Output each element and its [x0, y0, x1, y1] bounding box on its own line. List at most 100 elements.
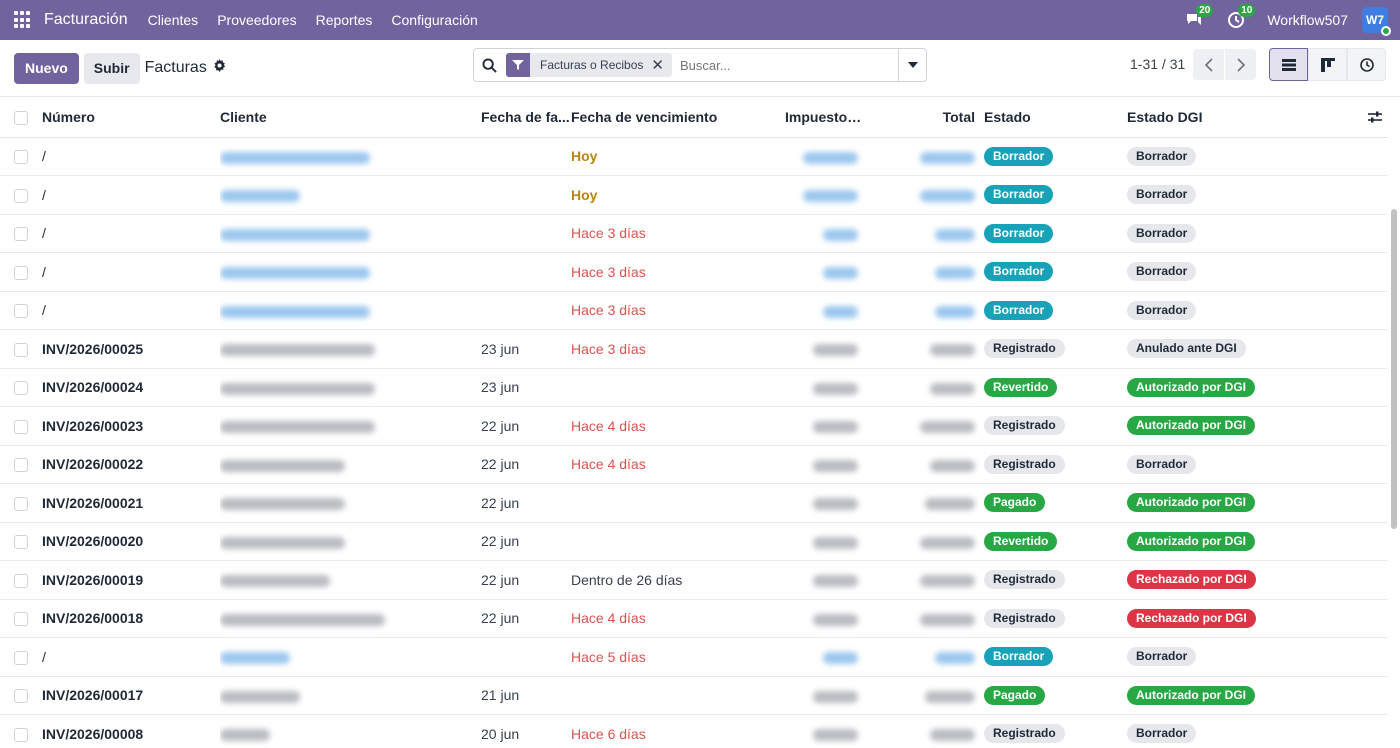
search-input[interactable] [679, 57, 890, 73]
table-row[interactable]: INV/2026/00018 22 jun Hace 4 días Regist… [0, 599, 1388, 638]
cell-cliente[interactable] [220, 522, 481, 561]
redacted-client [220, 267, 370, 280]
app-menu-icon[interactable] [14, 11, 32, 29]
row-checkbox[interactable] [14, 689, 28, 704]
row-checkbox[interactable] [14, 612, 28, 627]
pager-value[interactable]: 1-31 / 31 [1130, 56, 1185, 72]
messages-icon[interactable]: 20 [1183, 4, 1214, 31]
cell-estado: Registrado [984, 406, 1127, 446]
search-facet: Facturas o Recibos ✕ [506, 53, 672, 77]
row-checkbox[interactable] [14, 573, 28, 588]
table-row[interactable]: / Hoy Borrador Borrador [0, 175, 1388, 215]
row-checkbox[interactable] [14, 535, 28, 550]
pager-previous-button[interactable] [1193, 49, 1224, 80]
kanban-view-button[interactable] [1308, 48, 1347, 81]
row-checkbox[interactable] [14, 150, 28, 165]
new-button[interactable]: Nuevo [14, 52, 79, 84]
cell-numero: / [42, 637, 220, 677]
column-settings-icon[interactable] [1317, 111, 1388, 123]
table-row[interactable]: INV/2026/00008 20 jun Hace 6 días Regist… [0, 714, 1388, 748]
table-row[interactable]: / Hace 3 días Borrador Borrador [0, 252, 1388, 292]
close-icon[interactable]: ✕ [651, 56, 672, 74]
cell-cliente[interactable] [220, 637, 481, 677]
menu-proveedores[interactable]: Proveedores [217, 12, 296, 28]
row-checkbox[interactable] [14, 496, 28, 511]
menu-configuracion[interactable]: Configuración [391, 12, 477, 28]
cell-cliente[interactable] [220, 329, 481, 369]
row-checkbox[interactable] [14, 188, 28, 203]
row-checkbox[interactable] [14, 650, 28, 665]
table-row[interactable]: INV/2026/00019 22 jun Dentro de 26 días … [0, 560, 1388, 600]
breadcrumb: Facturas [145, 59, 226, 77]
header-vencimiento[interactable]: Fecha de vencimiento [571, 97, 761, 138]
cell-cliente[interactable] [220, 175, 481, 215]
redacted-client [220, 344, 375, 357]
cell-cliente[interactable] [220, 560, 481, 600]
menu-clientes[interactable]: Clientes [148, 12, 199, 28]
cell-impuestos [761, 252, 866, 292]
table-row[interactable]: INV/2026/00022 22 jun Hace 4 días Regist… [0, 445, 1388, 484]
table-row[interactable]: / Hace 3 días Borrador Borrador [0, 291, 1388, 330]
header-estado[interactable]: Estado [984, 97, 1127, 138]
header-cliente[interactable]: Cliente [220, 97, 481, 138]
select-all-checkbox[interactable] [14, 110, 28, 125]
app-brand[interactable]: Facturación [44, 11, 128, 29]
row-checkbox[interactable] [14, 727, 28, 742]
table-row[interactable]: INV/2026/00021 22 jun Pagado Autorizado … [0, 483, 1388, 523]
cell-cliente[interactable] [220, 406, 481, 446]
dgi-status-badge: Borrador [1127, 300, 1197, 320]
invoice-list: Número Cliente Fecha de fa... Fecha de v… [0, 97, 1400, 748]
table-row[interactable]: INV/2026/00020 22 jun Revertido Autoriza… [0, 522, 1388, 561]
row-checkbox[interactable] [14, 419, 28, 434]
row-checkbox[interactable] [14, 304, 28, 319]
cell-cliente[interactable] [220, 483, 481, 523]
redacted-client [220, 305, 370, 318]
header-total[interactable]: Total [866, 97, 984, 138]
cell-fecha: 22 jun [481, 483, 571, 523]
cell-cliente[interactable] [220, 599, 481, 638]
row-checkbox[interactable] [14, 381, 28, 396]
cell-cliente[interactable] [220, 291, 481, 330]
cell-cliente[interactable] [220, 252, 481, 292]
cell-cliente[interactable] [220, 445, 481, 484]
search-options-toggle[interactable] [898, 49, 926, 81]
activities-icon[interactable]: 10 [1225, 4, 1256, 31]
cell-cliente[interactable] [220, 368, 481, 407]
user-avatar[interactable]: W7 [1362, 7, 1391, 36]
cell-vencimiento [571, 676, 761, 715]
table-row[interactable]: INV/2026/00025 23 jun Hace 3 días Regist… [0, 329, 1388, 369]
redacted-total [920, 190, 975, 203]
upload-button[interactable]: Subir [83, 52, 140, 84]
gear-icon[interactable] [213, 59, 226, 77]
header-impuestos[interactable]: Impuestos no ... [761, 97, 866, 138]
table-row[interactable]: INV/2026/00024 23 jun Revertido Autoriza… [0, 368, 1388, 407]
header-numero[interactable]: Número [42, 97, 220, 138]
cell-cliente[interactable] [220, 714, 481, 748]
cell-estado-dgi: Anulado ante DGI [1127, 329, 1317, 369]
activity-view-button[interactable] [1347, 48, 1386, 81]
row-checkbox[interactable] [14, 227, 28, 242]
header-fecha[interactable]: Fecha de fa... [481, 97, 571, 138]
table-row[interactable]: / Hace 5 días Borrador Borrador [0, 637, 1388, 677]
cell-cliente[interactable] [220, 137, 481, 176]
invoice-table: Número Cliente Fecha de fa... Fecha de v… [0, 97, 1388, 748]
header-estado-dgi[interactable]: Estado DGI [1127, 97, 1317, 138]
menu-reportes[interactable]: Reportes [316, 12, 373, 28]
company-switcher[interactable]: Workflow507 [1267, 12, 1348, 28]
table-row[interactable]: INV/2026/00023 22 jun Hace 4 días Regist… [0, 406, 1388, 446]
pager-buttons [1193, 49, 1256, 80]
row-checkbox[interactable] [14, 342, 28, 357]
cell-cliente[interactable] [220, 214, 481, 253]
list-view-button[interactable] [1269, 48, 1308, 81]
table-row[interactable]: / Hoy Borrador Borrador [0, 137, 1388, 176]
row-checkbox[interactable] [14, 265, 28, 280]
status-badge: Pagado [984, 493, 1046, 513]
table-row[interactable]: INV/2026/00017 21 jun Pagado Autorizado … [0, 676, 1388, 715]
cell-impuestos [761, 291, 866, 330]
pager-next-button[interactable] [1225, 49, 1256, 80]
cell-cliente[interactable] [220, 676, 481, 715]
vertical-scrollbar[interactable] [1391, 209, 1397, 529]
row-checkbox[interactable] [14, 458, 28, 473]
table-row[interactable]: / Hace 3 días Borrador Borrador [0, 214, 1388, 253]
status-badge: Revertido [984, 377, 1058, 397]
